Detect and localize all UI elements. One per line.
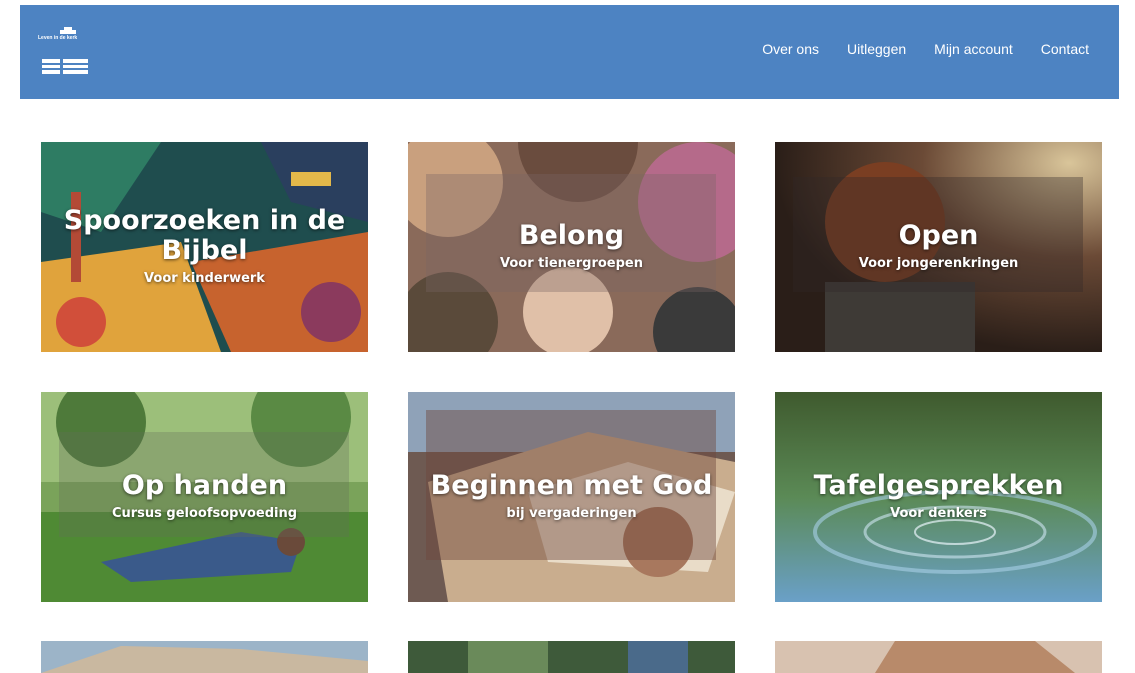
tile-row3-2[interactable]	[408, 641, 735, 673]
tile-caption: Beginnen met God bij vergaderingen	[427, 471, 717, 523]
main-nav: Over ons Uitleggen Mijn account Contact	[762, 41, 1089, 57]
tile-title: Spoorzoeken in de Bijbel	[63, 205, 346, 266]
tile-spoorzoeken[interactable]: Spoorzoeken in de Bijbel Voor kinderwerk	[41, 142, 368, 352]
tile-caption: Op handen Cursus geloofsopvoeding	[60, 471, 350, 523]
nav-mijn-account[interactable]: Mijn account	[934, 41, 1013, 57]
tile-belong[interactable]: Belong Voor tienergroepen	[408, 142, 735, 352]
tile-row3-3[interactable]	[775, 641, 1102, 673]
site-logo[interactable]: Leven in de kerk	[38, 27, 114, 83]
nav-over-ons[interactable]: Over ons	[762, 41, 819, 57]
tile-caption: Open Voor jongerenkringen	[794, 221, 1084, 273]
tile-subtitle: Voor denkers	[890, 506, 987, 521]
nav-uitleggen[interactable]: Uitleggen	[847, 41, 906, 57]
tile-image	[408, 641, 735, 673]
tile-image	[41, 641, 368, 673]
tile-title: Open	[898, 220, 979, 251]
tile-beginnen-met-god[interactable]: Beginnen met God bij vergaderingen	[408, 392, 735, 602]
site-header: Leven in de kerk Over ons Uitleggen Mijn…	[20, 5, 1119, 99]
tile-subtitle: Cursus geloofsopvoeding	[111, 506, 298, 521]
logo-text: Leven in de kerk	[38, 35, 78, 41]
tile-subtitle: Voor jongerenkringen	[858, 256, 1019, 271]
tile-caption: Spoorzoeken in de Bijbel Voor kinderwerk	[60, 206, 350, 288]
tile-subtitle: Voor kinderwerk	[144, 271, 265, 286]
tile-title: Beginnen met God	[430, 470, 713, 501]
tile-title: Tafelgesprekken	[813, 470, 1064, 501]
tile-subtitle: bij vergaderingen	[506, 506, 637, 521]
tile-subtitle: Voor tienergroepen	[500, 256, 643, 271]
tile-row3-1[interactable]	[41, 641, 368, 673]
tile-open[interactable]: Open Voor jongerenkringen	[775, 142, 1102, 352]
tile-caption: Tafelgesprekken Voor denkers	[794, 471, 1084, 523]
tile-title: Op handen	[121, 470, 288, 501]
tile-caption: Belong Voor tienergroepen	[427, 221, 717, 273]
tile-op-handen[interactable]: Op handen Cursus geloofsopvoeding	[41, 392, 368, 602]
tile-image	[775, 641, 1102, 673]
nav-contact[interactable]: Contact	[1041, 41, 1089, 57]
tile-title: Belong	[518, 220, 625, 251]
tile-tafelgesprekken[interactable]: Tafelgesprekken Voor denkers	[775, 392, 1102, 602]
